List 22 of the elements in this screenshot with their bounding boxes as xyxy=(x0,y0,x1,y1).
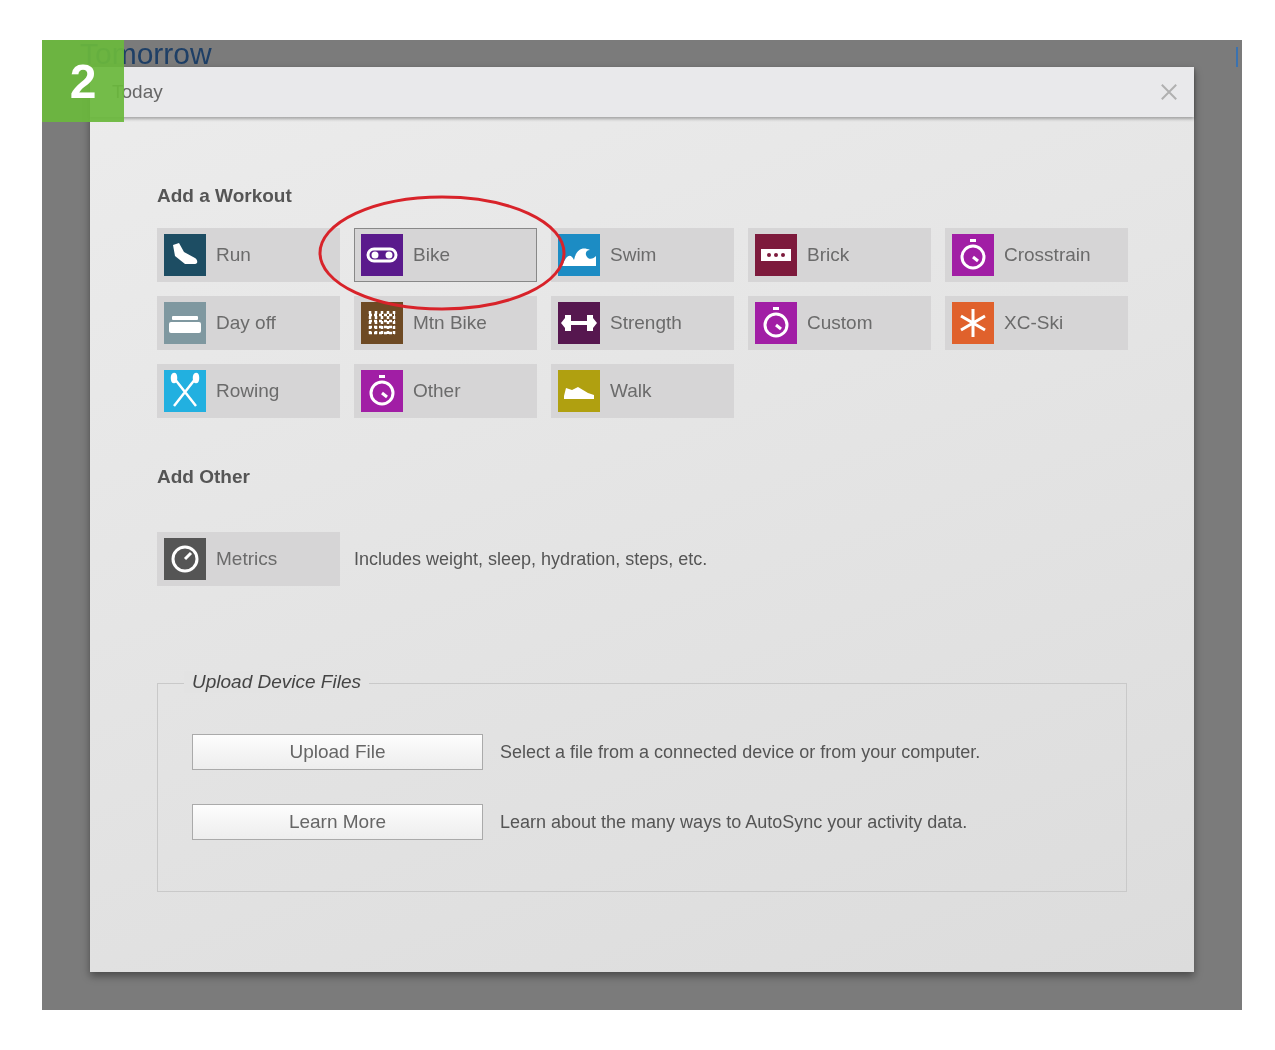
metrics-tile[interactable]: Metrics xyxy=(157,532,340,586)
action-description: Select a file from a connected device or from your computer. xyxy=(500,741,981,763)
workout-tile[interactable]: Crosstrain xyxy=(945,228,1128,282)
workout-tile[interactable]: Rowing xyxy=(157,364,340,418)
metrics-description: Includes weight, sleep, hydration, steps, etc. xyxy=(354,548,708,570)
workout-tile[interactable]: XC-Ski xyxy=(945,296,1128,350)
workout-tile[interactable]: Mtn Bike xyxy=(354,296,537,350)
action-description: Learn about the many ways to AutoSync your activity data. xyxy=(500,811,968,833)
workout-tile[interactable]: Bike xyxy=(354,228,537,282)
action-button[interactable]: Upload File xyxy=(192,734,483,770)
workout-tile[interactable]: Brick xyxy=(748,228,931,282)
workout-tile[interactable]: Run xyxy=(157,228,340,282)
workout-tile[interactable]: Day off xyxy=(157,296,340,350)
action-button[interactable]: Learn More xyxy=(192,804,483,840)
section-heading: Add a Workout xyxy=(157,185,293,208)
workout-tile[interactable]: Swim xyxy=(551,228,734,282)
close-icon[interactable] xyxy=(1160,83,1178,101)
workout-tile[interactable]: Custom xyxy=(748,296,931,350)
workout-tile[interactable]: Walk xyxy=(551,364,734,418)
section-heading: Add Other xyxy=(157,466,251,489)
workout-tile[interactable]: Other xyxy=(354,364,537,418)
workout-tile[interactable]: Strength xyxy=(551,296,734,350)
